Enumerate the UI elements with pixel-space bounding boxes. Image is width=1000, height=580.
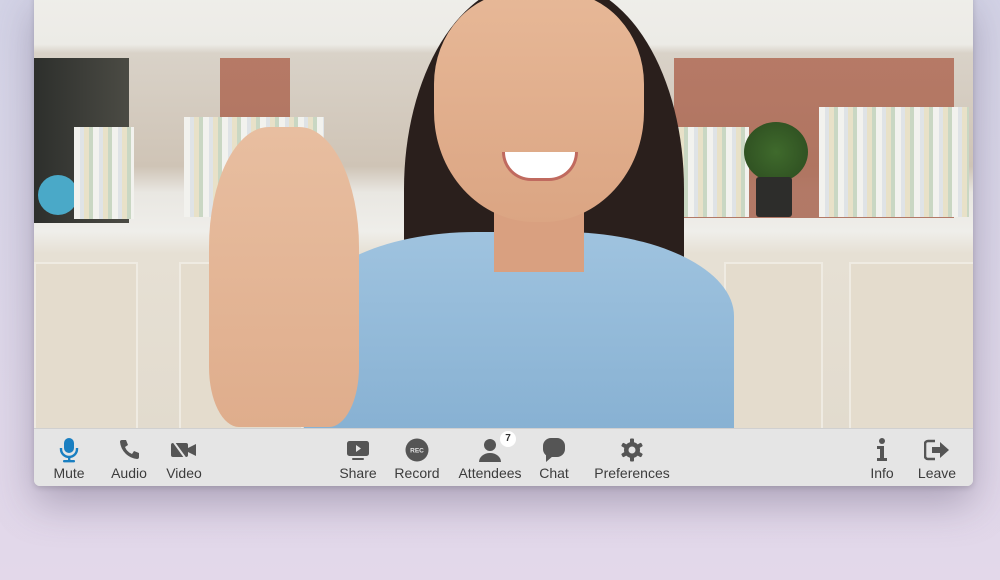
background-cabinet (34, 262, 138, 428)
call-toolbar: Mute Audio Video Share REC Record 7 Atte… (34, 428, 973, 486)
mute-label: Mute (53, 465, 85, 481)
attendees-button[interactable]: 7 Attendees (457, 429, 523, 486)
share-button[interactable]: Share (338, 429, 378, 486)
meeting-window: Mute Audio Video Share REC Record 7 Atte… (34, 0, 973, 486)
background-plant (744, 122, 808, 182)
attendees-icon: 7 (478, 431, 516, 463)
chat-icon (542, 437, 566, 463)
video-label: Video (166, 465, 202, 481)
info-label: Info (870, 465, 894, 481)
participant-waving-hand (209, 127, 359, 427)
microphone-icon (58, 437, 80, 463)
audio-button[interactable]: Audio (109, 429, 149, 486)
preferences-button[interactable]: Preferences (592, 429, 672, 486)
video-camera-off-icon (170, 437, 198, 463)
svg-text:REC: REC (410, 448, 424, 455)
background-books (819, 107, 969, 217)
record-icon: REC (405, 437, 429, 463)
record-button[interactable]: REC Record (394, 429, 440, 486)
video-button[interactable]: Video (164, 429, 204, 486)
phone-icon (117, 437, 141, 463)
background-cabinet (724, 262, 823, 428)
info-icon (875, 437, 889, 463)
background-pot (756, 177, 792, 217)
attendee-count-badge: 7 (500, 431, 516, 447)
chat-label: Chat (539, 465, 569, 481)
participant-face (434, 0, 644, 222)
record-label: Record (394, 465, 440, 481)
background-cabinet (849, 262, 973, 428)
leave-icon (924, 437, 950, 463)
chat-button[interactable]: Chat (536, 429, 572, 486)
share-screen-icon (346, 437, 370, 463)
audio-label: Audio (111, 465, 147, 481)
mute-button[interactable]: Mute (51, 429, 87, 486)
attendees-label: Attendees (458, 465, 522, 481)
leave-label: Leave (917, 465, 957, 481)
gear-icon (620, 437, 644, 463)
info-button[interactable]: Info (867, 429, 897, 486)
video-feed (34, 0, 973, 428)
preferences-label: Preferences (594, 465, 670, 481)
background-decor (38, 175, 78, 215)
background-books (74, 127, 134, 219)
share-label: Share (339, 465, 377, 481)
leave-button[interactable]: Leave (916, 429, 958, 486)
